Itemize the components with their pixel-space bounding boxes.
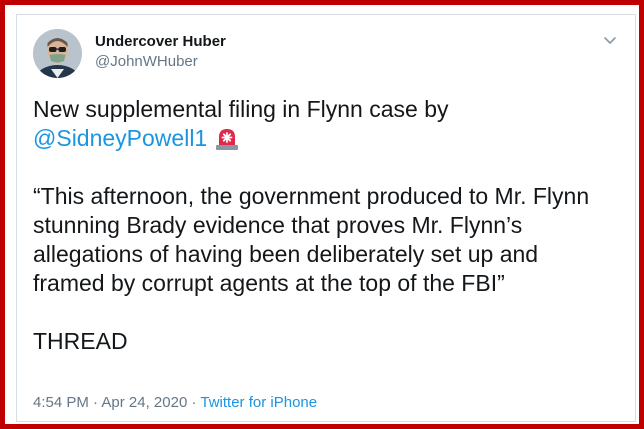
meta-separator: · xyxy=(93,394,99,411)
tweet-card[interactable]: Undercover Huber @JohnWHuber New supplem… xyxy=(16,14,636,422)
tweet-header: Undercover Huber @JohnWHuber xyxy=(33,29,619,81)
meta-separator: · xyxy=(191,394,197,411)
tweet-meta: 4:54 PM · Apr 24, 2020 · Twitter for iPh… xyxy=(33,393,317,413)
tweet-time[interactable]: 4:54 PM xyxy=(33,394,89,411)
police-siren-icon xyxy=(213,125,241,151)
red-frame: Undercover Huber @JohnWHuber New supplem… xyxy=(0,0,644,429)
quote-line-2: stunning Brady evidence that proves Mr. … xyxy=(33,212,523,238)
quote-line-3: allegations of having been deliberately … xyxy=(33,241,539,267)
mention-link[interactable]: @SidneyPowell1 xyxy=(33,125,207,151)
avatar[interactable] xyxy=(33,29,82,78)
display-name[interactable]: Undercover Huber xyxy=(95,32,226,52)
handle[interactable]: @JohnWHuber xyxy=(95,52,226,72)
chevron-down-icon[interactable] xyxy=(601,31,619,49)
mention-line: @SidneyPowell1 xyxy=(33,124,621,153)
text-line-1: New supplemental filing in Flynn case by xyxy=(33,96,449,122)
tweet-text: New supplemental filing in Flynn case by… xyxy=(33,95,621,356)
tweet-date[interactable]: Apr 24, 2020 xyxy=(101,394,187,411)
thread-label: THREAD xyxy=(33,328,128,354)
tweet-source-link[interactable]: Twitter for iPhone xyxy=(200,394,317,411)
quote-line-4: framed by corrupt agents at the top of t… xyxy=(33,270,505,296)
quote-line-1: “This afternoon, the government produced… xyxy=(33,183,590,209)
author-names: Undercover Huber @JohnWHuber xyxy=(95,32,226,72)
